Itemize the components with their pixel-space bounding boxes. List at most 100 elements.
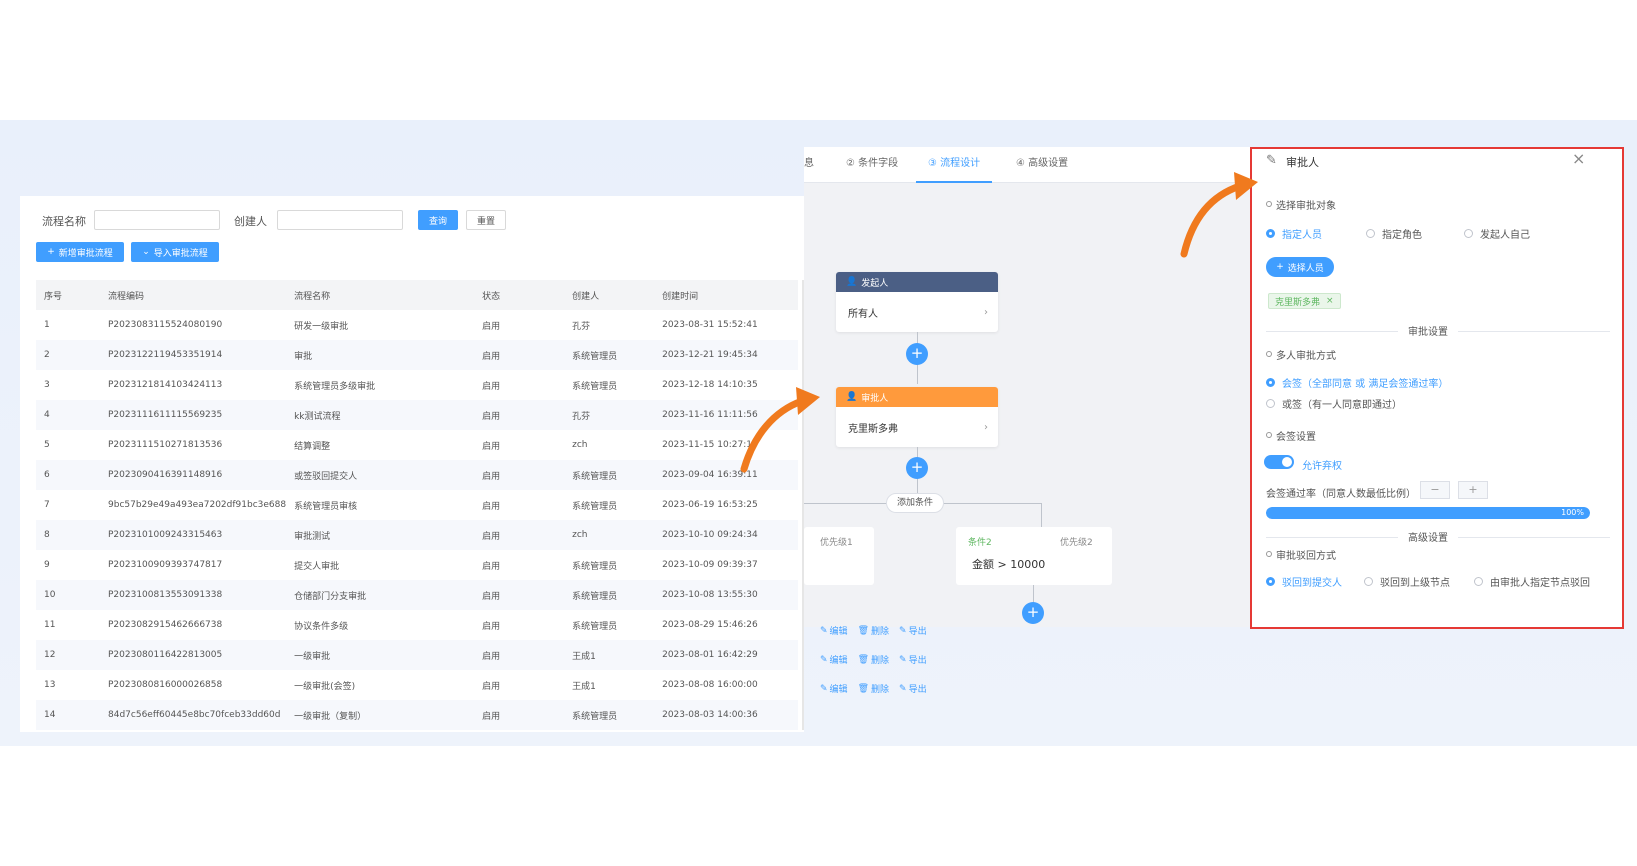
cell-code: P2023100909393747817	[108, 560, 223, 570]
table-row[interactable]: 5 P2023111510271813536 结算调整 启用 zch 2023-11-15…	[36, 430, 798, 460]
add-node-plus-icon[interactable]: +	[906, 457, 928, 479]
table-row[interactable]: 8 P2023101009243315463 审批测试 启用 zch 2023-10-10…	[36, 520, 798, 550]
cell-creator: zch	[572, 440, 588, 450]
radio-countersign[interactable]	[1266, 378, 1275, 387]
radio-reject-by-approver[interactable]	[1474, 577, 1483, 586]
cell-creator: 系统管理员	[564, 460, 655, 490]
export-link[interactable]: ✎ 导出	[899, 682, 927, 696]
table-row[interactable]: 9 P2023100909393747817 提交人审批 启用 系统管理员 2023-10…	[36, 550, 798, 580]
table-row[interactable]: 3 P2023121814103424113 系统管理员多级审批 启用 系统管理员 202…	[36, 370, 798, 400]
cell-name: 审批	[286, 340, 475, 370]
export-link[interactable]: ✎ 导出	[899, 653, 927, 667]
cell-created-time: 2023-12-21 19:45:34	[654, 340, 798, 370]
plus-icon: +	[47, 247, 55, 257]
cell-code: P2023101009243315463	[100, 520, 287, 550]
select-user-button[interactable]: + 选择人员	[1266, 257, 1334, 277]
table-row[interactable]: 14 84d7c56eff60445e8bc70fceb33dd60d 一级审批（复…	[36, 700, 798, 730]
reset-button[interactable]: 重置	[466, 210, 506, 230]
cell-status: 启用	[474, 400, 565, 430]
tab-condition-fields[interactable]: ② 条件字段	[846, 147, 898, 183]
delete-label: 删除	[871, 685, 890, 695]
pass-rate-decrease-button[interactable]: −	[1420, 481, 1450, 499]
arrow-to-approver-node	[740, 387, 820, 473]
delete-link[interactable]: 🗑 删除	[858, 624, 890, 638]
cell-status: 启用	[482, 621, 501, 632]
advanced-settings-heading: 高级设置	[1398, 529, 1458, 544]
table-row[interactable]: 10 P2023100813553091338 仓储部门分支审批 启用 系统管理员 202…	[36, 580, 798, 610]
radio-specified-role-label[interactable]: 指定角色	[1382, 226, 1422, 241]
initiator-node[interactable]: 👤 发起人 所有人 ›	[836, 272, 998, 332]
export-link[interactable]: ✎ 导出	[899, 624, 927, 638]
cell-code: P2023100813553091338	[100, 580, 287, 610]
table-row[interactable]: 2 P2023122119453351914 审批 启用 系统管理员 2023-12-21…	[36, 340, 798, 370]
initiator-node-body: 所有人 ›	[836, 292, 998, 332]
cell-name: 仓储部门分支审批	[286, 580, 475, 610]
allow-abstain-toggle[interactable]	[1264, 455, 1294, 469]
delete-link[interactable]: 🗑 删除	[858, 653, 889, 667]
radio-countersign-label[interactable]: 会签（全部同意 或 满足会签通过率）	[1282, 375, 1448, 390]
approver-node-body: 克里斯多弗 ›	[836, 407, 998, 447]
process-name-input[interactable]	[94, 210, 220, 230]
radio-reject-by-approver-label[interactable]: 由审批人指定节点驳回	[1490, 574, 1590, 589]
condition-card-2[interactable]: 条件2 优先级2 金额 > 10000	[956, 527, 1112, 585]
condition-card-1[interactable]: 优先级1	[804, 527, 874, 585]
cell-status: 启用	[482, 501, 501, 512]
table-row[interactable]: 7 9bc57b29e49a493ea7202df91bc3e688 系统管理员审核…	[36, 490, 798, 520]
tag-close-icon[interactable]: ×	[1326, 296, 1334, 306]
approver-node[interactable]: 👤 审批人 克里斯多弗 ›	[836, 387, 998, 447]
approver-drawer: ✎ 审批人 × 选择审批对象 指定人员 指定角色 发起人自己 + 选择人员 克里…	[1250, 147, 1624, 629]
radio-initiator-self-label[interactable]: 发起人自己	[1480, 226, 1530, 241]
column-header-index: 序号	[36, 280, 100, 310]
radio-initiator-self[interactable]	[1464, 229, 1473, 238]
approval-settings-heading: 审批设置	[1398, 323, 1458, 338]
add-condition-button[interactable]: 添加条件	[886, 493, 945, 513]
table-row[interactable]: 4 P2023111611115569235 kk测试流程 启用 孔芬 2023-11-1…	[36, 400, 798, 430]
radio-specified-role[interactable]	[1366, 229, 1375, 238]
export-icon: ✎	[899, 654, 907, 665]
add-node-plus-icon[interactable]: +	[1022, 602, 1044, 624]
radio-specified-user[interactable]	[1266, 229, 1275, 238]
cell-status: 启用	[482, 381, 501, 392]
import-process-button[interactable]: ⌄ 导入审批流程	[131, 242, 219, 262]
close-icon[interactable]: ×	[1572, 149, 1585, 168]
radio-specified-user-label[interactable]: 指定人员	[1282, 226, 1322, 241]
condition-title: 条件2	[968, 538, 992, 548]
toggle-knob	[1282, 457, 1292, 467]
column-header-creator: 创建人	[564, 280, 655, 310]
table-row[interactable]: 12 P2023080116422813005 一级审批 启用 王成1 2023-08-0…	[36, 640, 798, 670]
add-process-button[interactable]: + 新增审批流程	[36, 242, 124, 262]
table-row[interactable]: 11 P2023082915462666738 协议条件多级 启用 系统管理员 2023-…	[36, 610, 798, 640]
tab-flow-design[interactable]: ③ 流程设计	[916, 147, 993, 183]
trash-icon: 🗑	[857, 683, 869, 694]
radio-reject-to-parent-label[interactable]: 驳回到上级节点	[1380, 574, 1450, 589]
edit-link[interactable]: ✎ 编辑	[820, 624, 848, 638]
row-actions-14: ✎ 编辑 🗑 删除 ✎ 导出	[820, 682, 927, 696]
radio-reject-to-submitter-label[interactable]: 驳回到提交人	[1282, 574, 1342, 589]
query-button[interactable]: 查询	[418, 210, 458, 230]
delete-label: 删除	[871, 627, 890, 637]
edit-link[interactable]: ✎ 编辑	[820, 682, 848, 696]
cell-index: 13	[44, 680, 56, 690]
radio-or-sign-label[interactable]: 或签（有一人同意即通过）	[1282, 396, 1402, 411]
selected-user-tag-label: 克里斯多弗	[1275, 297, 1321, 308]
tab-basic-info[interactable]: 息	[804, 147, 814, 183]
delete-link[interactable]: 🗑 删除	[857, 682, 890, 696]
radio-or-sign[interactable]	[1266, 399, 1275, 408]
creator-input[interactable]	[277, 210, 403, 230]
table-row[interactable]: 6 P2023090416391148916 或签驳回提交人 启用 系统管理员 2023-…	[36, 460, 798, 490]
pass-rate-increase-button[interactable]: +	[1458, 481, 1488, 499]
table-row[interactable]: 1 P2023083115524080190 研发一级审批 启用 孔芬 2023-08-3…	[36, 310, 798, 340]
cell-status: 启用	[474, 460, 565, 490]
countersign-settings-label: 会签设置	[1276, 432, 1316, 443]
edit-link[interactable]: ✎ 编辑	[820, 653, 848, 667]
tab-advanced-settings[interactable]: ④ 高级设置	[1016, 147, 1068, 183]
radio-reject-to-submitter[interactable]	[1266, 577, 1275, 586]
table-row[interactable]: 13 P2023080816000026858 一级审批(会签) 启用 王成1 2023-…	[36, 670, 798, 700]
export-icon: ✎	[899, 625, 907, 636]
cell-code: P2023111611115569235	[100, 400, 287, 430]
cell-code: P2023111510271813536	[108, 440, 223, 450]
add-node-plus-icon[interactable]: +	[906, 343, 928, 365]
radio-reject-to-parent[interactable]	[1364, 577, 1373, 586]
arrow-to-drawer	[1180, 172, 1258, 258]
creator-label: 创建人	[234, 215, 267, 228]
